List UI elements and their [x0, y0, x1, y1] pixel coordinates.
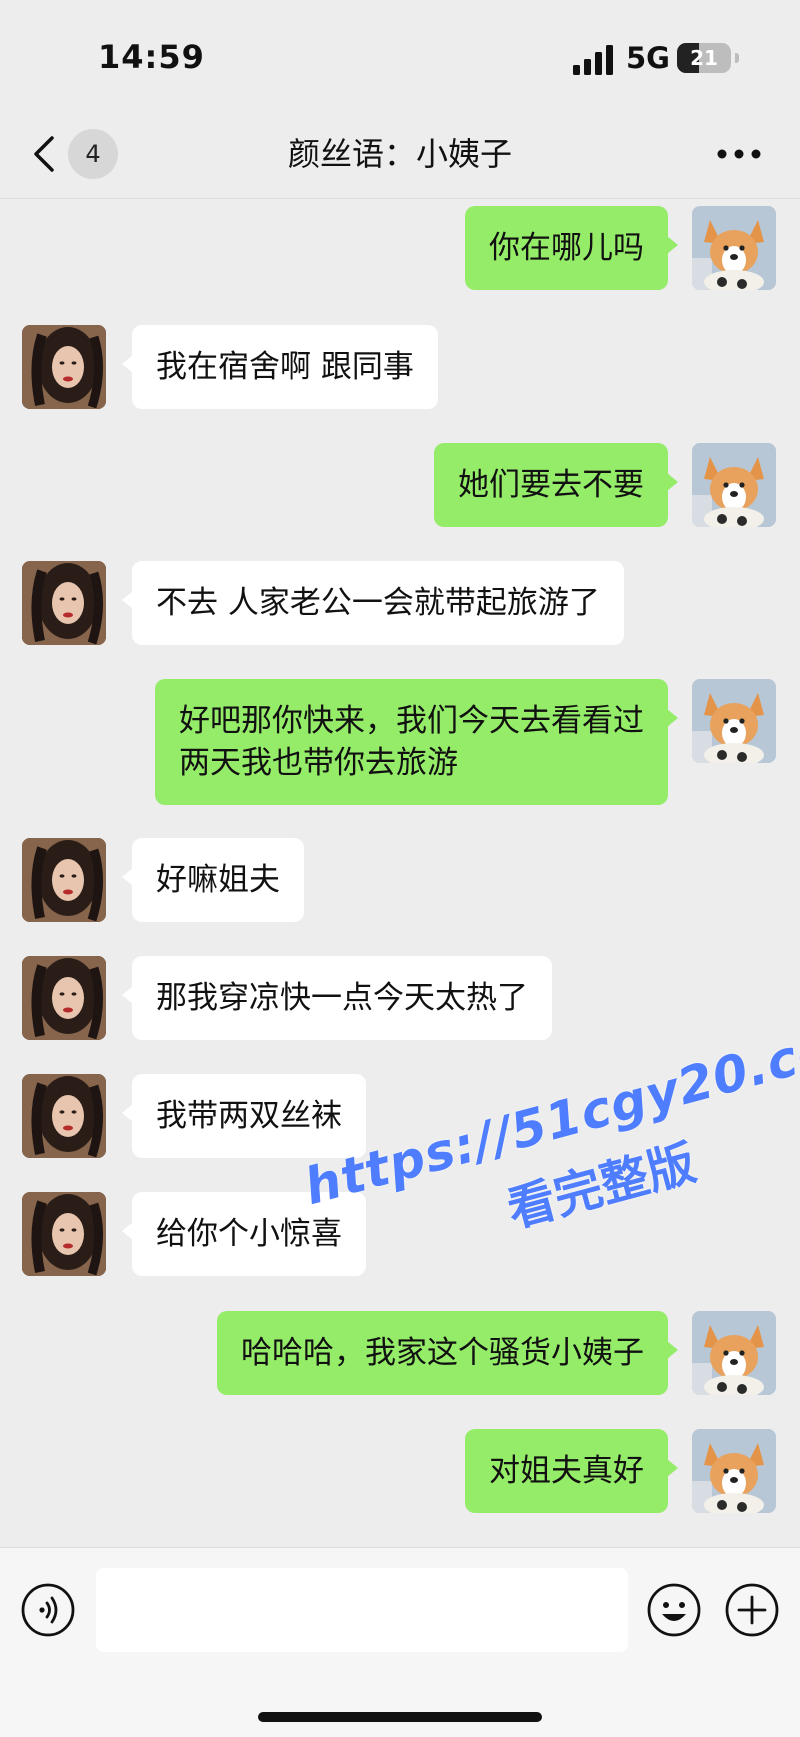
emoji-icon[interactable]: [646, 1582, 702, 1638]
message-bubble[interactable]: 不去 人家老公一会就带起旅游了: [122, 561, 624, 645]
message-bubble[interactable]: 我在宿舍啊 跟同事: [122, 325, 438, 409]
message-bubble[interactable]: 对姐夫真好: [465, 1429, 678, 1513]
battery-icon: 21: [677, 43, 731, 73]
contact-avatar[interactable]: [22, 1074, 106, 1158]
message-line: 好吧那你快来，我们今天去看看过: [179, 703, 644, 739]
status-bar: 14:59 5G 21: [0, 0, 800, 110]
contact-avatar[interactable]: [22, 956, 106, 1040]
contact-avatar[interactable]: [22, 325, 106, 409]
home-indicator[interactable]: [258, 1712, 542, 1722]
message-bubble[interactable]: 好吧那你快来，我们今天去看看过 两天我也带你去旅游: [155, 679, 678, 805]
message-bubble[interactable]: 哈哈哈，我家这个骚货小姨子: [217, 1311, 678, 1395]
message-row: 你在哪儿吗: [0, 206, 800, 290]
message-row: 好嘛姐夫: [0, 838, 800, 922]
unread-count-badge[interactable]: 4: [68, 129, 118, 179]
plus-icon[interactable]: [724, 1582, 780, 1638]
message-bubble[interactable]: 好嘛姐夫: [122, 838, 304, 922]
chevron-left-icon[interactable]: [28, 134, 64, 174]
message-bubble[interactable]: 你在哪儿吗: [465, 206, 678, 290]
voice-icon[interactable]: [20, 1582, 76, 1638]
message-row: 好吧那你快来，我们今天去看看过 两天我也带你去旅游: [0, 679, 800, 805]
more-dots-icon[interactable]: [716, 144, 762, 164]
message-line: 两天我也带你去旅游: [179, 745, 458, 781]
status-time: 14:59: [98, 38, 205, 76]
my-avatar[interactable]: [692, 206, 776, 290]
my-avatar[interactable]: [692, 1429, 776, 1513]
my-avatar[interactable]: [692, 443, 776, 527]
contact-avatar[interactable]: [22, 1192, 106, 1276]
battery-tip: [735, 53, 739, 63]
chat-header: 颜丝语：小姨子 4: [0, 110, 800, 199]
message-bubble[interactable]: 那我穿凉快一点今天太热了: [122, 956, 552, 1040]
my-avatar[interactable]: [692, 679, 776, 763]
network-type: 5G: [626, 41, 670, 75]
message-row: 不去 人家老公一会就带起旅游了: [0, 561, 800, 645]
message-row: 我在宿舍啊 跟同事: [0, 325, 800, 409]
message-bubble[interactable]: 她们要去不要: [434, 443, 678, 527]
contact-avatar[interactable]: [22, 838, 106, 922]
chat-title: 颜丝语：小姨子: [287, 135, 512, 173]
input-bar: [0, 1547, 800, 1737]
contact-avatar[interactable]: [22, 561, 106, 645]
my-avatar[interactable]: [692, 1311, 776, 1395]
message-row: 她们要去不要: [0, 443, 800, 527]
message-input[interactable]: [96, 1568, 628, 1652]
battery-level: 21: [690, 46, 718, 70]
signal-icon: [573, 45, 613, 75]
message-row: 对姐夫真好: [0, 1429, 800, 1513]
message-row: 哈哈哈，我家这个骚货小姨子: [0, 1311, 800, 1395]
